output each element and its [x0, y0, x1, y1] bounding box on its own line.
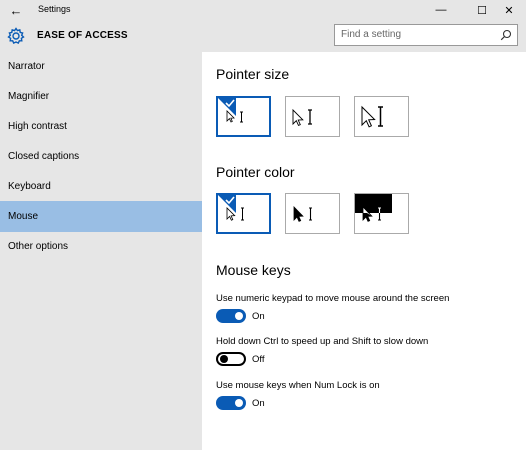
search-input[interactable]	[341, 29, 491, 40]
pointer-color-black-option[interactable]	[285, 193, 340, 234]
main-content: Pointer size Pointer color Mouse keys Us…	[202, 52, 526, 450]
back-arrow-icon: ←	[9, 2, 23, 18]
close-icon: ✕	[504, 4, 514, 17]
window-title: Settings	[38, 4, 71, 14]
sidebar-item-mouse[interactable]: Mouse	[0, 201, 202, 232]
inverted-pointer-icon	[355, 194, 392, 222]
maximize-icon: ☐	[477, 4, 487, 17]
ctrl-shift-setting-label: Hold down Ctrl to speed up and Shift to …	[216, 336, 429, 347]
gear-icon	[7, 27, 25, 45]
black-pointer-icon	[293, 206, 312, 222]
numeric-keypad-toggle[interactable]	[216, 309, 246, 323]
pointer-size-small-option[interactable]	[216, 96, 271, 137]
selected-check-icon	[218, 195, 236, 213]
minimize-button[interactable]: —	[424, 0, 458, 20]
selected-check-icon	[218, 98, 236, 116]
sidebar-item-high-contrast[interactable]: High contrast	[0, 112, 202, 142]
close-button[interactable]: ✕	[492, 0, 526, 20]
search-box[interactable]	[334, 24, 518, 46]
medium-pointer-icon	[292, 108, 312, 126]
numeric-keypad-toggle-state: On	[252, 311, 265, 322]
numeric-keypad-setting-label: Use numeric keypad to move mouse around …	[216, 293, 450, 304]
toggle-knob	[220, 355, 228, 363]
pointer-size-large-option[interactable]	[354, 96, 409, 137]
title-bar: ← Settings — ☐ ✕	[0, 0, 526, 20]
sidebar-item-narrator[interactable]: Narrator	[0, 52, 202, 82]
num-lock-toggle-state: On	[252, 398, 265, 409]
sidebar-item-magnifier[interactable]: Magnifier	[0, 82, 202, 112]
pointer-color-white-option[interactable]	[216, 193, 271, 234]
pointer-size-heading: Pointer size	[216, 66, 290, 82]
sidebar-item-closed-captions[interactable]: Closed captions	[0, 142, 202, 172]
back-button[interactable]: ←	[0, 0, 32, 20]
ctrl-shift-toggle[interactable]	[216, 352, 246, 366]
ctrl-shift-toggle-state: Off	[252, 354, 265, 365]
toggle-knob	[235, 312, 243, 320]
sidebar-item-other-options[interactable]: Other options	[0, 232, 202, 262]
pointer-color-inverted-option[interactable]	[354, 193, 409, 234]
page-title: EASE OF ACCESS	[37, 30, 128, 41]
num-lock-toggle[interactable]	[216, 396, 246, 410]
sidebar-item-keyboard[interactable]: Keyboard	[0, 172, 202, 202]
minimize-icon: —	[435, 4, 447, 16]
search-icon[interactable]	[500, 29, 512, 41]
settings-header: EASE OF ACCESS	[0, 20, 526, 52]
sidebar: Narrator Magnifier High contrast Closed …	[0, 52, 202, 450]
pointer-size-medium-option[interactable]	[285, 96, 340, 137]
pointer-color-heading: Pointer color	[216, 164, 295, 180]
toggle-knob	[235, 399, 243, 407]
num-lock-setting-label: Use mouse keys when Num Lock is on	[216, 380, 380, 391]
large-pointer-icon	[361, 105, 383, 128]
mouse-keys-heading: Mouse keys	[216, 262, 291, 278]
